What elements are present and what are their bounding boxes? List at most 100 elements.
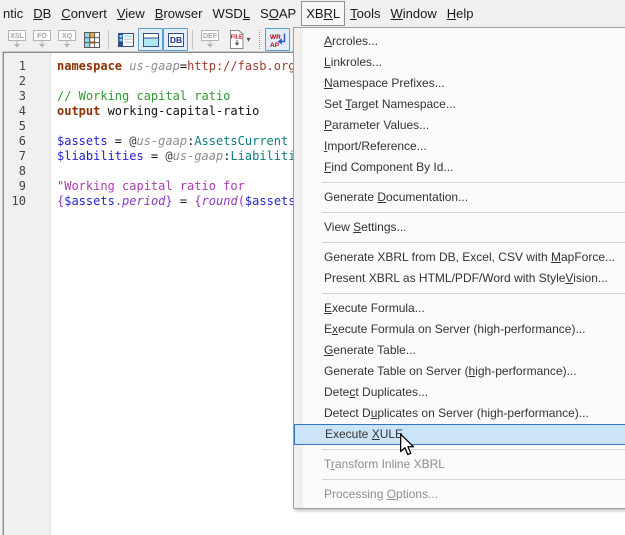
menubar-item-window[interactable]: Window [386, 0, 442, 27]
menu-item-find-component-by-id[interactable]: Find Component By Id... [294, 157, 625, 178]
code-token: = [108, 134, 130, 148]
menubar-item-help[interactable]: Help [442, 0, 479, 27]
menu-item-detect-duplicates-on-server-high-performance[interactable]: Detect Duplicates on Server (high-perfor… [294, 403, 625, 424]
word-wrap-button[interactable]: WRAP [265, 28, 290, 51]
menu-item-processing-options[interactable]: Processing Options... [294, 484, 625, 505]
menubar-item-ntic[interactable]: ntic [3, 0, 28, 27]
svg-text:WR: WR [270, 34, 281, 41]
code-token: working-capital-ratio [100, 104, 259, 118]
code-token: } [165, 194, 172, 208]
menu-item-parameter-values[interactable]: Parameter Values... [294, 115, 625, 136]
code-token: http://fasb.org [187, 59, 295, 73]
xquery-execution-button[interactable]: XQ [54, 28, 79, 51]
grid-view-button[interactable] [79, 28, 104, 51]
code-token: $liabilities [57, 149, 144, 163]
menubar-item-tools[interactable]: Tools [345, 0, 385, 27]
svg-text:XQ: XQ [61, 33, 72, 40]
line-number: 9 [4, 179, 26, 194]
code-token: ( [238, 194, 245, 208]
xsl-fo-transformation-button[interactable]: FO [29, 28, 54, 51]
menu-item-execute-xule[interactable]: Execute XULE [294, 424, 625, 445]
svg-text:AP: AP [270, 42, 280, 49]
toolbar-separator [259, 30, 261, 49]
line-number: 3 [4, 89, 26, 104]
xbrl-menu: Arcroles...Linkroles...Namespace Prefixe… [293, 27, 625, 509]
xsl-transformation-button[interactable]: XSL [4, 28, 29, 51]
menu-item-arcroles[interactable]: Arcroles... [294, 31, 625, 52]
menu-item-execute-formula-on-server-high-performance[interactable]: Execute Formula on Server (high-performa… [294, 319, 625, 340]
menu-separator [322, 449, 625, 450]
menu-item-generate-table[interactable]: Generate Table... [294, 340, 625, 361]
code-token: us-gaap [129, 59, 180, 73]
svg-text:FO: FO [37, 33, 47, 40]
line-number: 4 [4, 104, 26, 119]
menu-separator [322, 182, 625, 183]
menu-item-import-reference[interactable]: Import/Reference... [294, 136, 625, 157]
menu-bar: nticDBConvertViewBrowserWSDLSOAPXBRLTool… [0, 0, 625, 27]
toolbar-separator [108, 30, 109, 49]
menu-separator [322, 293, 625, 294]
menubar-item-xbrl[interactable]: XBRL [301, 1, 345, 26]
menu-item-generate-xbrl-from-db-excel-csv-with-mapforce[interactable]: Generate XBRL from DB, Excel, CSV with M… [294, 247, 625, 268]
menubar-item-soap[interactable]: SOAP [255, 0, 301, 27]
menu-item-generate-table-on-server-high-performance[interactable]: Generate Table on Server (high-performan… [294, 361, 625, 382]
code-token: $assets [64, 194, 115, 208]
line-numbers: 12345678910 [4, 53, 26, 209]
menu-separator [322, 479, 625, 480]
menu-item-set-target-namespace[interactable]: Set Target Namespace... [294, 94, 625, 115]
assign-file-button[interactable]: FILE▾ [222, 28, 255, 51]
text-view-button[interactable] [138, 28, 163, 51]
code-token: $assets [57, 134, 108, 148]
database-view-button[interactable]: DB [163, 28, 188, 51]
menu-item-detect-duplicates[interactable]: Detect Duplicates... [294, 382, 625, 403]
line-number: 2 [4, 74, 26, 89]
code-token: = [173, 194, 195, 208]
enhanced-grid-view-button[interactable] [113, 28, 138, 51]
code-token: { [194, 194, 201, 208]
code-token: period [122, 194, 165, 208]
code-token: // Working capital ratio [57, 89, 230, 103]
dropdown-caret-icon[interactable]: ▾ [246, 35, 250, 44]
menu-item-transform-inline-xbrl[interactable]: Transform Inline XBRL [294, 454, 625, 475]
menu-item-present-xbrl-as-html-pdf-word-with-stylevision[interactable]: Present XBRL as HTML/PDF/Word with Style… [294, 268, 625, 289]
line-number: 7 [4, 149, 26, 164]
code-token: round [202, 194, 238, 208]
line-number: 6 [4, 134, 26, 149]
menu-item-generate-documentation[interactable]: Generate Documentation... [294, 187, 625, 208]
code-token: . [115, 194, 122, 208]
goto-definition-button[interactable]: DEF [197, 28, 222, 51]
menubar-item-browser[interactable]: Browser [150, 0, 208, 27]
mouse-cursor [399, 433, 416, 462]
line-number-gutter: 12345678910 [4, 53, 51, 535]
code-token: = [144, 149, 166, 163]
code-token: AssetsCurrent [194, 134, 288, 148]
menubar-item-convert[interactable]: Convert [56, 0, 112, 27]
code-token: output [57, 104, 100, 118]
menubar-item-wsdl[interactable]: WSDL [207, 0, 255, 27]
line-number: 5 [4, 119, 26, 134]
code-token: @ [129, 134, 136, 148]
line-number: 1 [4, 59, 26, 74]
code-token: namespace [57, 59, 129, 73]
menu-item-linkroles[interactable]: Linkroles... [294, 52, 625, 73]
menu-item-namespace-prefixes[interactable]: Namespace Prefixes... [294, 73, 625, 94]
code-token: = [180, 59, 187, 73]
code-token: $assets [245, 194, 296, 208]
svg-text:FILE: FILE [231, 35, 243, 41]
code-token: "Working capital ratio for [57, 179, 245, 193]
toolbar-separator [192, 30, 193, 49]
menubar-item-view[interactable]: View [112, 0, 150, 27]
line-number: 10 [4, 194, 26, 209]
application-window: nticDBConvertViewBrowserWSDLSOAPXBRLTool… [0, 0, 625, 535]
svg-text:XSL: XSL [10, 33, 24, 40]
code-token: us-gaap [173, 149, 224, 163]
svg-text:DB: DB [169, 35, 181, 45]
menu-separator [322, 212, 625, 213]
code-token: @ [165, 149, 172, 163]
menu-separator [322, 242, 625, 243]
line-number: 8 [4, 164, 26, 179]
menu-item-execute-formula[interactable]: Execute Formula... [294, 298, 625, 319]
menu-item-view-settings[interactable]: View Settings... [294, 217, 625, 238]
code-token: us-gaap [137, 134, 188, 148]
menubar-item-db[interactable]: DB [28, 0, 56, 27]
